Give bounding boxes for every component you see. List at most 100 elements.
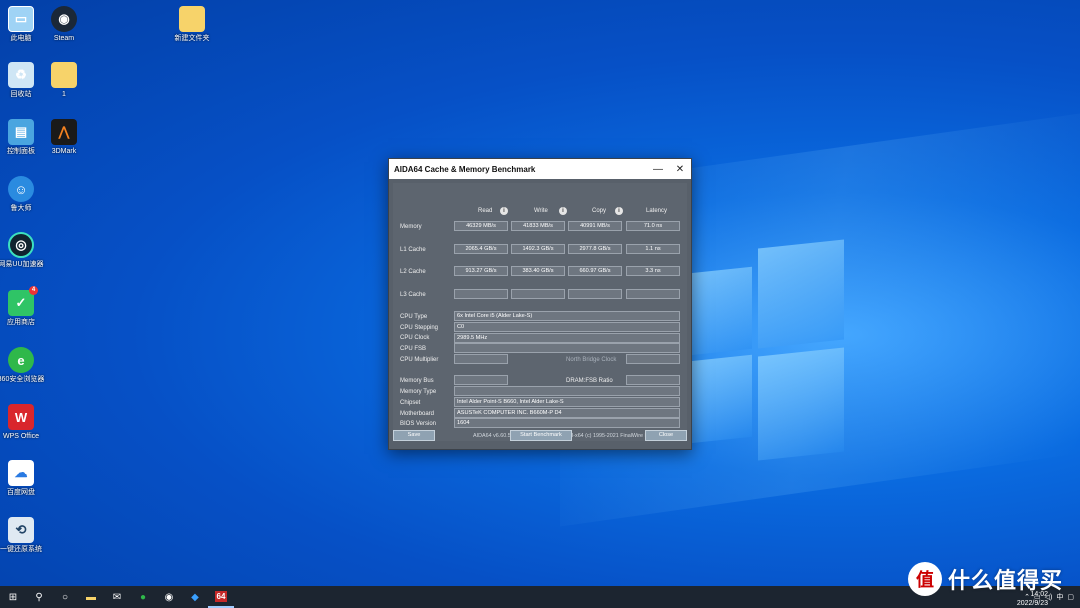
desktop-icon-3dmark[interactable]: ⋀ 3DMark	[39, 119, 89, 156]
file-explorer-icon[interactable]: ▬	[78, 586, 104, 608]
clock-date: 2022/9/23	[1016, 600, 1048, 607]
steam-icon: ◉	[51, 6, 77, 32]
cpu-type-label: CPU Type	[400, 314, 428, 320]
motherboard-value: ASUSTeK COMPUTER INC. B660M-P D4	[454, 408, 680, 418]
l1-write-value: 1492.3 GB/s	[511, 244, 565, 254]
north-bridge-clock-label: North Bridge Clock	[566, 357, 617, 363]
desktop-icon-ludashi[interactable]: ☺ 鲁大师	[0, 176, 46, 213]
row-label-l1-cache: L1 Cache	[400, 247, 426, 253]
cpu-fsb-value	[454, 343, 680, 353]
desktop-icon-uu-accelerator[interactable]: ◎ 网易UU加速器	[0, 232, 46, 269]
cpu-stepping-value: C0	[454, 322, 680, 332]
column-read: Read	[478, 208, 493, 214]
memory-latency-value: 71.0 ns	[626, 221, 680, 231]
l3-write-value	[511, 289, 565, 299]
bios-version-value: 1604	[454, 418, 680, 428]
task-view-icon[interactable]: ○	[52, 586, 78, 608]
save-button[interactable]: Save	[393, 430, 435, 441]
desktop-icon-wps-office[interactable]: W WPS Office	[0, 404, 46, 441]
chipset-value: Intel Alder Point-S B660, Intel Alder La…	[454, 397, 680, 407]
folder-icon	[179, 6, 205, 32]
memory-type-label: Memory Type	[400, 389, 437, 395]
column-latency: Latency	[646, 208, 668, 214]
cpu-multiplier-value	[454, 354, 508, 364]
cpu-type-value: 6x Intel Core i5 (Alder Lake-S)	[454, 311, 680, 321]
column-copy: Copy	[592, 208, 607, 214]
baidu-netdisk-icon: ☁	[8, 460, 34, 486]
l2-read-value: 913.27 GB/s	[454, 266, 508, 276]
watermark-text: 什么值得买	[948, 568, 1064, 593]
app-store-icon: ✓ 4	[8, 286, 38, 316]
desktop-icon-steam[interactable]: ◉ Steam	[39, 6, 89, 43]
close-button[interactable]: Close	[645, 430, 687, 441]
desktop-icon-restore-system[interactable]: ⟲ 一键还原系统	[0, 517, 46, 554]
row-label-memory: Memory	[400, 224, 422, 230]
cpu-clock-label: CPU Clock	[400, 335, 430, 341]
notification-badge: 4	[29, 286, 38, 295]
memory-write-value: 41833 MB/s	[511, 221, 565, 231]
folder-icon	[51, 62, 77, 88]
l3-copy-value	[568, 289, 622, 299]
l1-read-value: 2065.4 GB/s	[454, 244, 508, 254]
desktop-icon-app-store[interactable]: ✓ 4 应用商店	[0, 286, 46, 327]
north-bridge-clock-value	[626, 354, 680, 364]
bios-version-label: BIOS Version	[400, 421, 437, 427]
info-icon[interactable]: i	[500, 207, 508, 215]
memory-type-value	[454, 386, 680, 396]
desktop-icon-new-folder[interactable]: 新建文件夹	[167, 6, 217, 43]
desktop-icon-baidu-netdisk[interactable]: ☁ 百度网盘	[0, 460, 46, 497]
memory-read-value: 46329 MB/s	[454, 221, 508, 231]
info-icon[interactable]: i	[559, 207, 567, 215]
row-label-l3-cache: L3 Cache	[400, 292, 426, 298]
aida64-taskbar-label: 64	[214, 590, 228, 602]
l2-copy-value: 660.97 GB/s	[568, 266, 622, 276]
l1-latency-value: 1.1 ns	[626, 244, 680, 254]
wps-icon: W	[8, 404, 34, 430]
search-icon[interactable]: ⚲	[26, 586, 52, 608]
l1-copy-value: 2977.8 GB/s	[568, 244, 622, 254]
column-write: Write	[534, 208, 548, 214]
window-title: AIDA64 Cache & Memory Benchmark	[394, 164, 536, 174]
watermark-logo: 值	[908, 562, 942, 596]
motherboard-label: Motherboard	[400, 411, 435, 417]
close-window-button[interactable]: ✕	[669, 164, 691, 175]
control-panel-icon: ▤	[8, 119, 34, 145]
ludashi-icon: ☺	[8, 176, 34, 202]
computer-icon: ▭	[8, 6, 34, 32]
watermark: 值 什么值得买	[908, 562, 1063, 596]
window-titlebar[interactable]: AIDA64 Cache & Memory Benchmark — ✕	[389, 159, 691, 179]
desktop-icon-360-browser[interactable]: e 360安全浏览器	[0, 347, 46, 384]
aida64-icon[interactable]: 64	[208, 586, 234, 608]
l2-write-value: 383.40 GB/s	[511, 266, 565, 276]
row-label-l2-cache: L2 Cache	[400, 269, 426, 275]
info-icon[interactable]: i	[615, 207, 623, 215]
memory-bus-value	[454, 375, 508, 385]
cpu-clock-value: 2989.5 MHz	[454, 333, 680, 343]
notification-icon[interactable]: ▢	[1067, 593, 1074, 601]
dram-fsb-ratio-label: DRAM:FSB Ratio	[566, 378, 613, 384]
recycle-bin-icon: ♻	[8, 62, 34, 88]
memory-copy-value: 40991 MB/s	[568, 221, 622, 231]
l3-read-value	[454, 289, 508, 299]
3dmark-icon: ⋀	[51, 119, 77, 145]
cpu-fsb-label: CPU FSB	[400, 346, 427, 352]
windows-logo	[690, 239, 990, 470]
restore-system-icon: ⟲	[8, 517, 34, 543]
cpu-multiplier-label: CPU Multiplier	[400, 357, 439, 363]
minimize-button[interactable]: —	[647, 164, 669, 175]
l3-latency-value	[626, 289, 680, 299]
aida64-benchmark-window: AIDA64 Cache & Memory Benchmark — ✕ Read…	[388, 158, 692, 450]
360-browser-icon[interactable]: ●	[130, 586, 156, 608]
window-body: Read i Write i Copy i Latency Memory 463…	[393, 183, 687, 441]
dram-fsb-ratio-value	[626, 375, 680, 385]
start-benchmark-button[interactable]: Start Benchmark	[510, 430, 572, 441]
uu-accelerator-icon[interactable]: ◆	[182, 586, 208, 608]
uu-accelerator-icon: ◎	[8, 232, 34, 258]
chipset-label: Chipset	[400, 400, 421, 406]
mail-icon[interactable]: ✉	[104, 586, 130, 608]
steam-icon[interactable]: ◉	[156, 586, 182, 608]
360-browser-icon: e	[8, 347, 34, 373]
start-button[interactable]: ⊞	[0, 586, 26, 608]
l2-latency-value: 3.3 ns	[626, 266, 680, 276]
desktop-icon-folder-1[interactable]: 1	[39, 62, 89, 99]
